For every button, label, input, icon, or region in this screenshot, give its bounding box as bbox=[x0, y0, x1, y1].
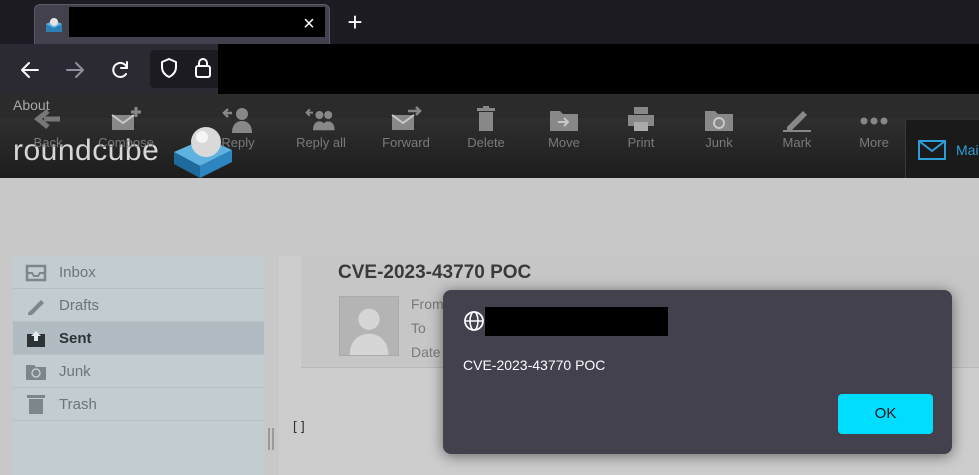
avatar bbox=[339, 296, 399, 356]
trash-folder-icon bbox=[27, 395, 45, 414]
roundcube-favicon-icon bbox=[46, 18, 62, 32]
alert-dialog: CVE-2023-43770 POC OK bbox=[443, 290, 952, 454]
compose-icon bbox=[111, 107, 141, 130]
to-label: To bbox=[411, 320, 426, 336]
sent-icon bbox=[27, 331, 45, 347]
folder-junk[interactable]: Junk bbox=[13, 355, 264, 388]
reply-icon bbox=[222, 108, 252, 133]
mark-label: Mark bbox=[782, 135, 812, 150]
navigation-bar bbox=[0, 44, 979, 94]
lock-icon[interactable] bbox=[192, 56, 214, 80]
tab-close-icon[interactable]: × bbox=[299, 14, 319, 34]
ok-button[interactable]: OK bbox=[838, 394, 933, 434]
message-toolbar: Back Compose Reply Reply all Forward Del… bbox=[16, 99, 979, 159]
junk-button[interactable]: Junk bbox=[694, 99, 744, 159]
junk-folder-icon bbox=[26, 365, 46, 380]
move-folder-icon bbox=[550, 111, 578, 131]
more-label: More bbox=[859, 135, 889, 150]
delete-label: Delete bbox=[467, 135, 505, 150]
mark-pencil-icon bbox=[783, 111, 811, 132]
message-body: [] bbox=[291, 420, 307, 435]
junk-icon bbox=[705, 111, 733, 131]
reply-all-icon bbox=[305, 108, 335, 131]
trash-icon bbox=[477, 106, 495, 131]
back-arrow-icon bbox=[33, 109, 60, 129]
more-button[interactable]: More bbox=[848, 99, 900, 159]
folder-label: Inbox bbox=[59, 264, 96, 281]
printer-icon bbox=[628, 107, 654, 131]
back-button[interactable]: Back bbox=[16, 99, 80, 159]
move-label: Move bbox=[548, 135, 580, 150]
inbox-icon bbox=[25, 264, 47, 282]
folder-label: Sent bbox=[59, 330, 92, 347]
forward-arrow-icon[interactable] bbox=[60, 55, 90, 85]
forward-label: Forward bbox=[382, 135, 430, 150]
folder-drafts[interactable]: Drafts bbox=[13, 289, 264, 322]
delete-button[interactable]: Delete bbox=[460, 99, 512, 159]
folder-sent[interactable]: Sent bbox=[13, 322, 264, 355]
message-subject: CVE-2023-43770 POC bbox=[338, 262, 532, 283]
back-arrow-icon[interactable] bbox=[15, 55, 45, 85]
globe-icon bbox=[464, 311, 484, 331]
date-label: Date bbox=[411, 344, 441, 360]
junk-label: Junk bbox=[705, 135, 733, 150]
tab-title-redacted bbox=[69, 7, 325, 37]
reply-all-label: Reply all bbox=[296, 135, 346, 150]
compose-label: Compose bbox=[98, 135, 154, 150]
move-button[interactable]: Move bbox=[538, 99, 590, 159]
reply-button[interactable]: Reply bbox=[212, 99, 264, 159]
forward-button[interactable]: Forward bbox=[374, 99, 438, 159]
folder-label: Trash bbox=[59, 396, 97, 413]
reply-all-button[interactable]: Reply all bbox=[286, 99, 356, 159]
tab-bar: × + bbox=[0, 0, 979, 44]
compose-button[interactable]: Compose bbox=[92, 99, 160, 159]
folder-label: Junk bbox=[59, 363, 91, 380]
from-label: From bbox=[411, 296, 444, 312]
folder-label: Drafts bbox=[59, 297, 100, 314]
folder-trash[interactable]: Trash bbox=[13, 388, 264, 421]
browser-tab[interactable]: × bbox=[34, 4, 330, 44]
drafts-pencil-icon bbox=[28, 300, 44, 315]
shield-icon[interactable] bbox=[158, 56, 180, 80]
url-redacted bbox=[218, 44, 979, 94]
mark-button[interactable]: Mark bbox=[772, 99, 822, 159]
person-silhouette-icon bbox=[349, 308, 389, 355]
folder-list: Inbox Drafts Sent Junk Trash bbox=[13, 256, 264, 475]
more-dots-icon bbox=[860, 117, 888, 125]
print-label: Print bbox=[627, 135, 655, 150]
pane-resizer[interactable] bbox=[268, 428, 274, 450]
reload-icon[interactable] bbox=[105, 55, 135, 85]
dialog-origin-redacted bbox=[485, 307, 668, 336]
folder-inbox[interactable]: Inbox bbox=[13, 256, 264, 289]
back-label: Back bbox=[33, 135, 63, 150]
reply-label: Reply bbox=[221, 135, 255, 150]
forward-icon bbox=[391, 106, 422, 130]
new-tab-icon[interactable]: + bbox=[342, 9, 368, 36]
print-button[interactable]: Print bbox=[616, 99, 666, 159]
dialog-message: CVE-2023-43770 POC bbox=[463, 357, 606, 373]
